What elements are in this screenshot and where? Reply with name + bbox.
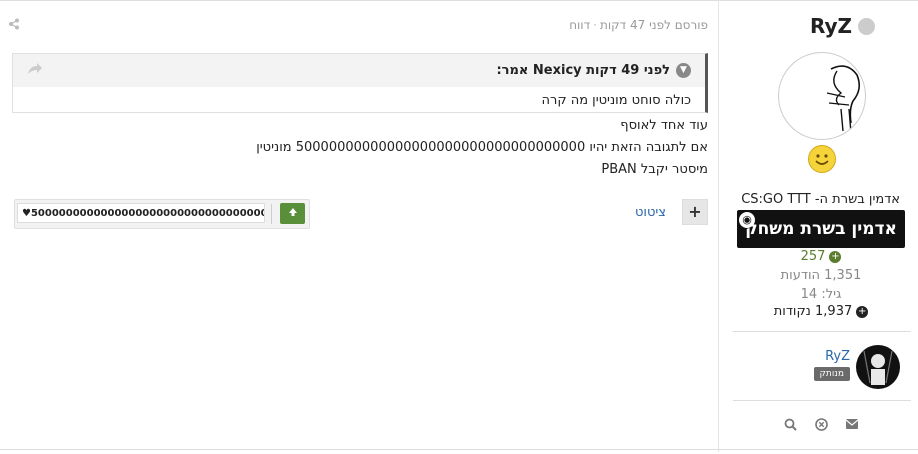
controller-icon: ◉ <box>739 212 755 228</box>
posted-time: פורסם לפני 47 דקות <box>599 18 708 32</box>
quote-body: כולה סוחט מוניטין מה קרה <box>541 93 691 108</box>
avatar[interactable] <box>778 52 866 140</box>
plus-circle-icon: + <box>829 250 842 263</box>
upvote-button[interactable] <box>280 203 305 224</box>
chevron-down-icon[interactable]: ▼ <box>676 63 691 78</box>
reputation-count: +257 <box>800 249 842 264</box>
smiley-rank-icon <box>808 145 836 173</box>
author-column-divider <box>718 0 719 452</box>
post-text-line: עוד אחד לאוסף <box>620 118 708 133</box>
quote-header: ▼ לפני 49 דקות Nexicy אמר: <box>13 54 705 87</box>
status-badge: מנותק <box>813 367 850 381</box>
multiquote-add-button[interactable]: + <box>682 199 708 225</box>
post-count: 1,351 הודעות <box>780 268 862 283</box>
points-count: +1,937 נקודות <box>773 304 869 319</box>
plus-circle-icon: + <box>856 305 869 318</box>
divider <box>733 400 911 401</box>
mini-avatar[interactable] <box>856 345 900 389</box>
report-link[interactable]: דווח <box>569 18 590 32</box>
post-text-line: אם לתגובה הזאת יהיו 50000000000000000000… <box>256 140 708 155</box>
mini-user-name[interactable]: RyZ <box>825 349 850 364</box>
divider <box>733 331 911 332</box>
arrow-up-icon <box>288 208 297 216</box>
close-circle-icon[interactable] <box>813 418 829 434</box>
reputation-value: ♥50000000000000000000000000000000000 <box>17 203 265 223</box>
age: גיל: 14 <box>800 287 842 302</box>
quote-block: ▼ לפני 49 דקות Nexicy אמר: כולה סוחט מוני… <box>12 53 708 113</box>
envelope-icon[interactable] <box>844 418 860 434</box>
post-meta: פורסם לפני 47 דקות·דווח <box>569 18 708 32</box>
group-title: אדמין בשרת ה- CS:GO TTT <box>741 192 900 207</box>
top-border <box>0 0 918 1</box>
share-icon[interactable] <box>8 18 20 34</box>
bottom-border <box>0 449 918 450</box>
group-badge-label: אדמין בשרת משחק <box>745 219 897 239</box>
quote-button[interactable]: ציטוט <box>635 205 666 220</box>
quote-citation: לפני 49 דקות Nexicy אמר: <box>496 63 670 78</box>
author-name[interactable]: RyZ <box>810 14 852 38</box>
divider <box>271 204 272 224</box>
offline-status-icon <box>858 18 875 35</box>
group-badge: ◉ אדמין בשרת משחק <box>737 210 905 248</box>
reputation-widget: ♥50000000000000000000000000000000000 <box>14 199 310 229</box>
go-to-quote-icon[interactable] <box>27 61 43 80</box>
post-text-line: מיסטר יקבל PBAN <box>601 162 708 177</box>
search-icon[interactable] <box>782 418 798 434</box>
